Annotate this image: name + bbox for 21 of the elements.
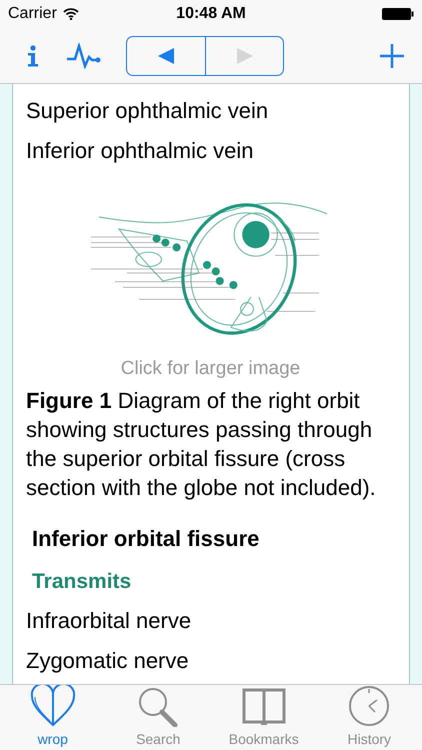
tab[interactable]: History	[316, 685, 422, 750]
figure-description: Figure 1 Diagram of the right orbit showing structures passing through the superior orbital fissure (cross section with the globe not included).	[26, 387, 377, 502]
heartbeat-icon	[66, 42, 102, 68]
figure-caption[interactable]: Click for larger image	[120, 358, 300, 380]
section-subheading: Transmits	[32, 570, 132, 594]
wifi-icon	[62, 8, 79, 20]
list-item-text: Inferior ophthalmic vein	[26, 138, 254, 164]
list-item-text: Zygomatic nerve	[26, 648, 190, 674]
battery-icon	[382, 8, 414, 20]
segmented-control[interactable]	[126, 36, 284, 76]
section-heading: Inferior orbital fissure	[32, 526, 260, 552]
tab[interactable]: Search	[106, 685, 211, 750]
carrier-name: Carrier	[8, 5, 57, 23]
tab[interactable]: Bookmarks	[211, 685, 316, 750]
tab[interactable]: wrop	[0, 685, 106, 750]
clock-time: 10:48 AM	[176, 5, 246, 23]
info-icon	[27, 44, 39, 66]
heart-icon	[30, 685, 76, 727]
add-icon	[380, 44, 404, 68]
list-item-text: Superior ophthalmic vein	[26, 98, 270, 124]
list-item-text: Infraorbital nerve	[26, 608, 192, 634]
